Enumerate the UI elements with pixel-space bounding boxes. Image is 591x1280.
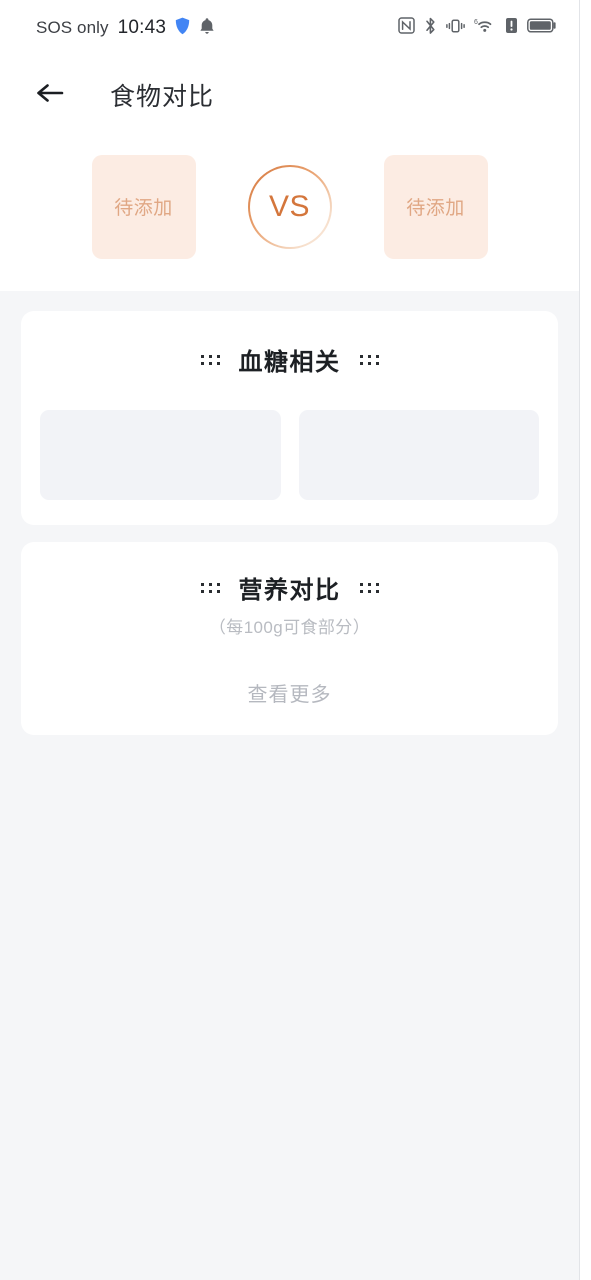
- dots-ornament-left-icon: [200, 582, 220, 593]
- vs-label: VS: [268, 189, 311, 223]
- svg-text:6: 6: [474, 19, 478, 26]
- food-slot-right-label: 待添加: [406, 198, 465, 219]
- status-bar-left: SOS only 10:43: [36, 17, 215, 40]
- battery-icon: [527, 17, 557, 39]
- shield-icon: [175, 17, 190, 40]
- back-button[interactable]: [30, 75, 70, 115]
- dots-ornament-left-icon: [200, 354, 220, 365]
- card-blood-sugar-title: 血糖相关: [238, 349, 341, 376]
- view-more-link[interactable]: 查看更多: [21, 678, 558, 707]
- card-nutrition-header: 营养对比: [21, 570, 558, 605]
- cards-container: 血糖相关 营养对比 （每100g可食部分） 查看更多: [0, 291, 579, 735]
- blood-sugar-placeholder-left: [40, 410, 281, 500]
- phone-screen: SOS only 10:43 6 食物对比 待添加 VS 待添加 血糖相关 营养…: [0, 0, 591, 1280]
- card-nutrition-title: 营养对比: [238, 577, 341, 604]
- nfc-icon: [398, 17, 415, 39]
- card-nutrition-subtitle: （每100g可食部分）: [208, 618, 371, 637]
- alert-icon: [505, 17, 518, 39]
- blood-sugar-placeholder-right: [298, 410, 539, 500]
- status-bar: SOS only 10:43 6: [0, 0, 579, 56]
- food-slot-left-label: 待添加: [114, 198, 173, 219]
- app-viewport: SOS only 10:43 6 食物对比 待添加 VS 待添加 血糖相关 营养…: [0, 0, 579, 1280]
- vs-badge: VS: [248, 165, 332, 249]
- screen-right-edge: [579, 0, 591, 1280]
- card-blood-sugar: 血糖相关: [21, 311, 558, 525]
- page-title: 食物对比: [110, 83, 215, 111]
- card-blood-sugar-header: 血糖相关: [21, 342, 558, 377]
- food-slot-left[interactable]: 待添加: [91, 154, 196, 259]
- clock-label: 10:43: [117, 17, 167, 38]
- arrow-left-icon: [35, 81, 65, 110]
- vibrate-icon: [446, 17, 465, 40]
- wifi6-icon: 6: [474, 17, 496, 40]
- carrier-label: SOS only: [36, 18, 109, 37]
- dots-ornament-right-icon: [359, 582, 379, 593]
- blood-sugar-placeholder-row: [21, 410, 558, 500]
- app-bar: 食物对比: [0, 56, 579, 134]
- dots-ornament-right-icon: [359, 354, 379, 365]
- card-nutrition: 营养对比 （每100g可食部分） 查看更多: [21, 542, 558, 735]
- compare-hero: 待添加 VS 待添加: [0, 134, 579, 291]
- status-bar-right: 6: [398, 17, 557, 40]
- food-slot-right[interactable]: 待添加: [383, 154, 488, 259]
- bell-icon: [199, 17, 215, 40]
- bluetooth-icon: [424, 17, 437, 40]
